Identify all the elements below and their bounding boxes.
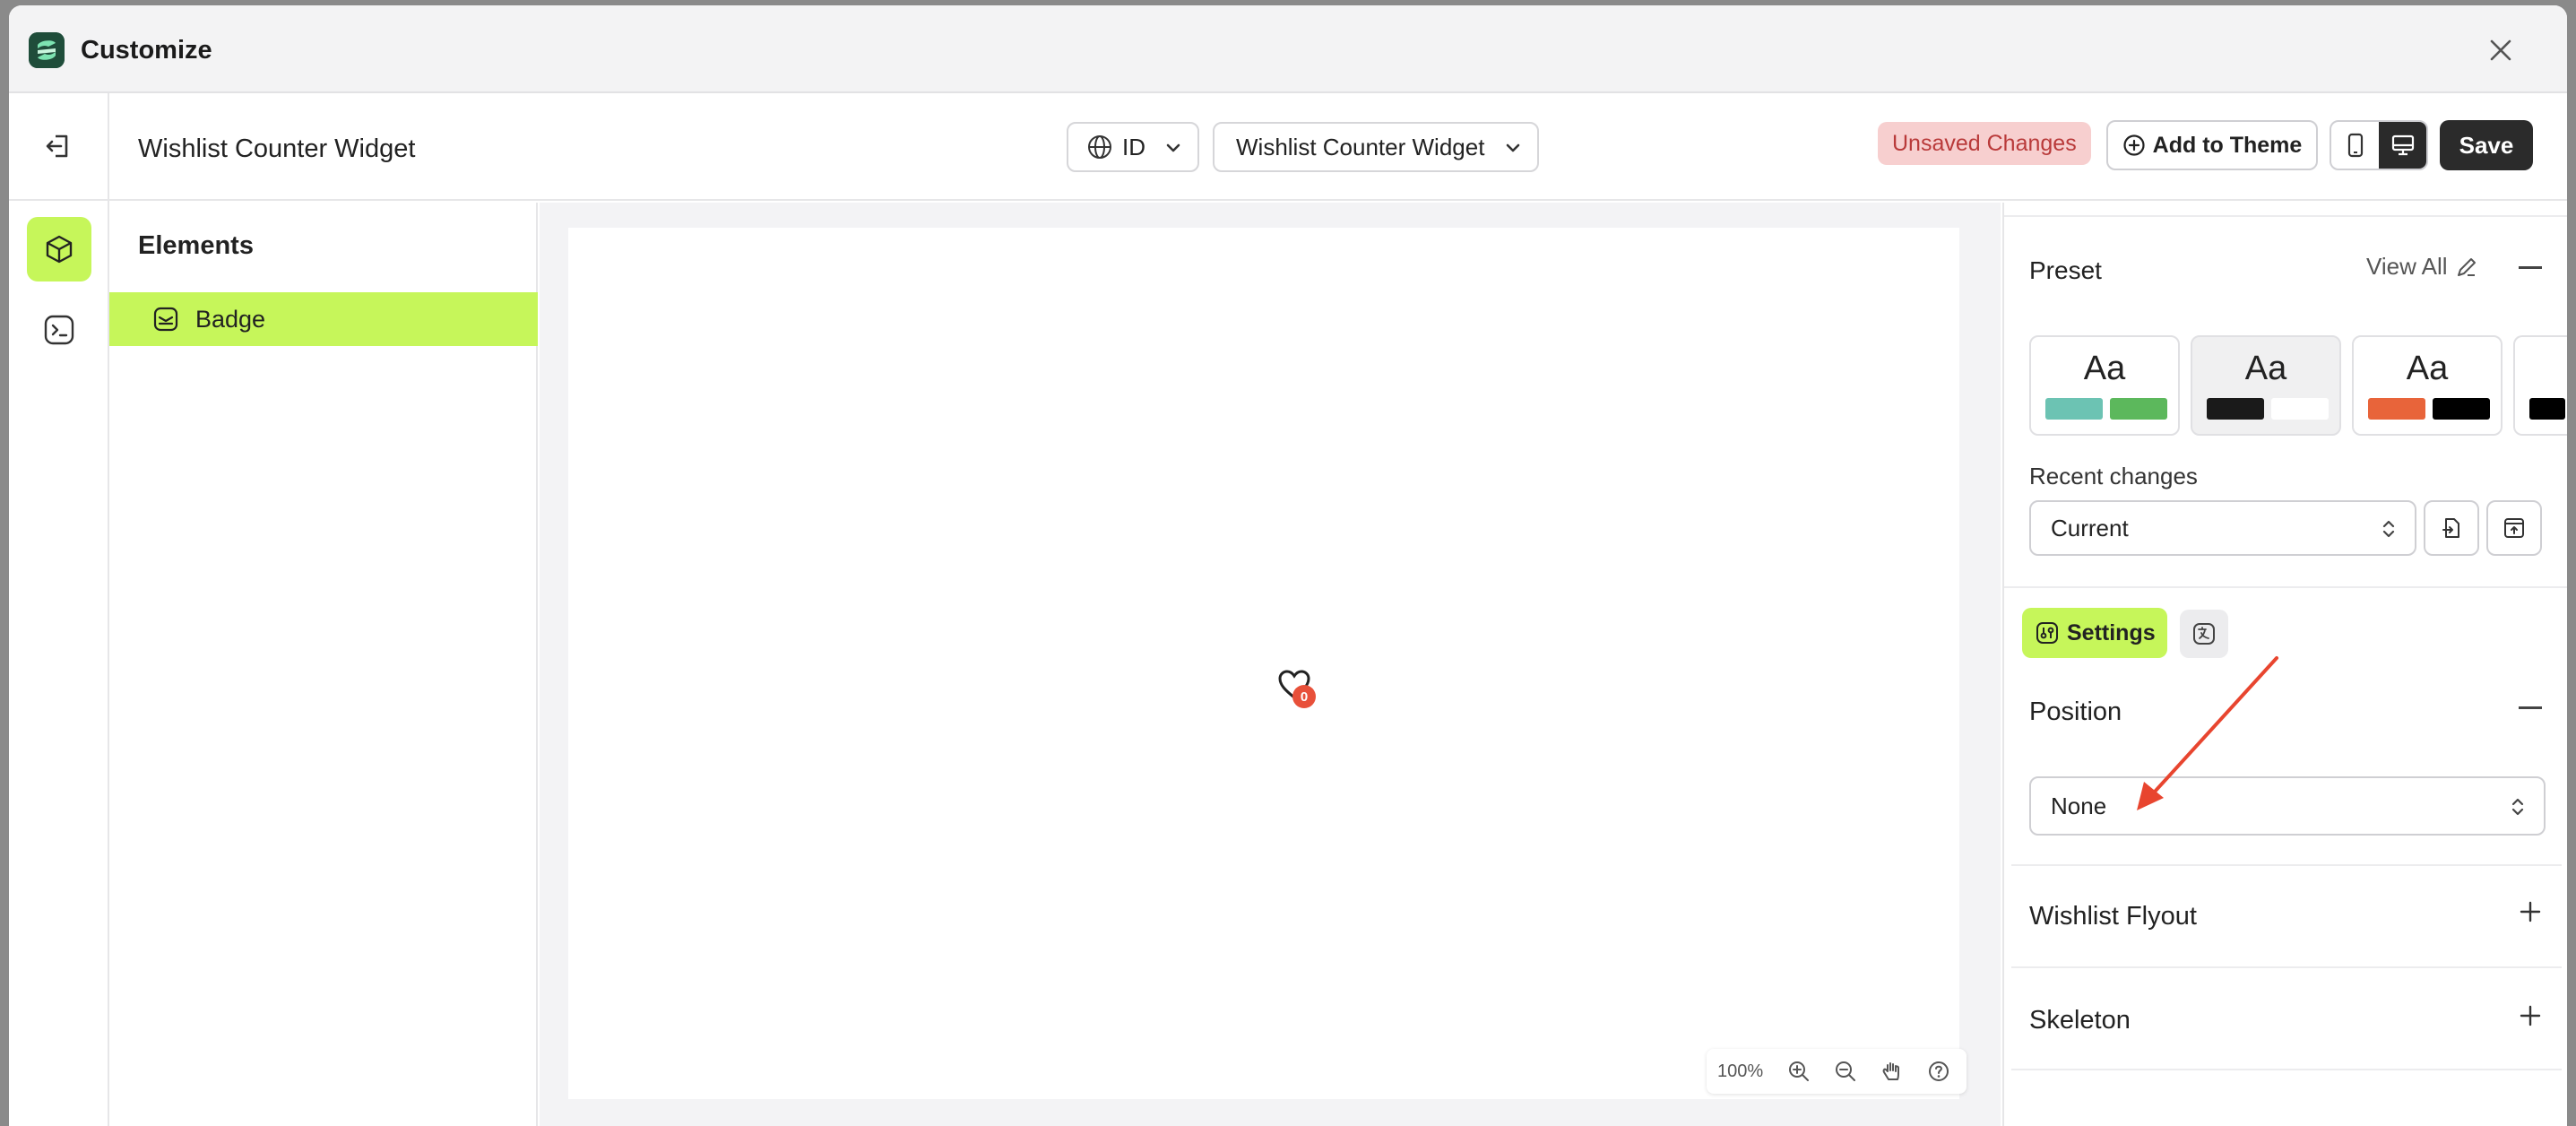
wishlist-counter-widget[interactable]: 0: [1276, 667, 1318, 708]
zoom-out-icon[interactable]: [1830, 1056, 1861, 1087]
help-icon[interactable]: [1923, 1056, 1954, 1087]
badge-icon: [152, 306, 179, 333]
view-all-link[interactable]: View All: [2366, 253, 2478, 281]
edit-icon: [2455, 256, 2478, 279]
upload-icon: [2502, 515, 2527, 541]
preset-swatch: [2271, 398, 2329, 420]
recent-changes-select[interactable]: Current: [2029, 500, 2416, 556]
add-to-theme-button[interactable]: Add to Theme: [2106, 120, 2318, 170]
chevron-down-icon: [1163, 138, 1183, 158]
unsaved-changes-badge: Unsaved Changes: [1878, 122, 2091, 165]
preset-swatch: [2368, 398, 2425, 420]
widget-select-value: Wishlist Counter Widget: [1236, 133, 1485, 160]
elements-panel: Elements Badge: [109, 203, 538, 1126]
plus-circle-icon: [2122, 134, 2146, 157]
updown-chevron-icon: [2379, 516, 2399, 541]
close-icon[interactable]: [2486, 36, 2515, 65]
position-title: Position: [2029, 697, 2122, 726]
language-select[interactable]: ID: [1067, 122, 1199, 172]
settings-tab-label: Settings: [2067, 619, 2156, 645]
window-title: Customize: [81, 36, 212, 65]
position-collapse-icon[interactable]: [2519, 706, 2542, 709]
translate-icon: [2191, 621, 2217, 646]
preset-swatch: [2045, 398, 2103, 420]
preset-swatch: [2110, 398, 2167, 420]
hand-pan-icon[interactable]: [1877, 1056, 1907, 1087]
page-title: Wishlist Counter Widget: [138, 134, 416, 163]
zoom-in-icon[interactable]: [1784, 1056, 1814, 1087]
view-all-label: View All: [2366, 253, 2448, 280]
add-to-theme-label: Add to Theme: [2152, 132, 2303, 158]
preset-collapse-icon[interactable]: [2519, 266, 2542, 269]
recent-changes-value: Current: [2051, 514, 2129, 541]
divider: [2004, 215, 2567, 217]
preset-card-3[interactable]: Aa: [2352, 335, 2503, 436]
wishlist-count-badge: 0: [1292, 685, 1316, 708]
preset-title: Preset: [2029, 256, 2102, 284]
customize-window: Customize Wishlist Counter Widget ID Wis…: [9, 5, 2567, 1126]
chevron-down-icon: [1503, 138, 1523, 158]
recent-changes-label: Recent changes: [2029, 463, 2198, 489]
preset-card-4[interactable]: [2513, 335, 2567, 436]
preset-card-2[interactable]: Aa: [2191, 335, 2341, 436]
accordion-skeleton[interactable]: Skeleton: [2029, 1006, 2131, 1035]
element-item-label: Badge: [195, 305, 266, 333]
globe-icon: [1086, 134, 1113, 160]
settings-sliders-icon: [2035, 620, 2060, 645]
device-toggle: [2330, 120, 2428, 170]
element-item-badge[interactable]: Badge: [109, 292, 538, 346]
mobile-view-icon[interactable]: [2331, 122, 2379, 169]
zoom-level: 100%: [1717, 1061, 1764, 1081]
preset-card-label: Aa: [2083, 350, 2126, 387]
divider: [2011, 864, 2562, 866]
language-value: ID: [1122, 133, 1145, 160]
position-value: None: [2051, 792, 2107, 819]
position-select[interactable]: None: [2029, 776, 2546, 836]
zoom-toolbar: 100%: [1707, 1049, 1967, 1094]
preset-swatch: [2529, 398, 2565, 420]
title-bar: Customize: [9, 5, 2567, 93]
preset-card-1[interactable]: Aa: [2029, 335, 2180, 436]
terminal-icon: [42, 313, 76, 347]
save-button[interactable]: Save: [2440, 120, 2533, 170]
divider: [2011, 966, 2562, 968]
preview-canvas: 0 100%: [568, 228, 1967, 1099]
preset-card-label: Aa: [2244, 350, 2287, 387]
canvas-area: 0 100%: [540, 203, 2001, 1126]
expand-plus-icon[interactable]: [2519, 900, 2542, 923]
cube-icon: [42, 232, 76, 266]
exit-icon[interactable]: [41, 129, 75, 163]
tab-translate[interactable]: [2180, 610, 2228, 658]
settings-panel: Preset View All Aa Aa Aa Recent changes: [2002, 203, 2567, 1126]
widget-select[interactable]: Wishlist Counter Widget: [1213, 122, 1539, 172]
preset-card-label: Aa: [2406, 350, 2449, 387]
editor-header: Wishlist Counter Widget ID Wishlist Coun…: [9, 93, 2567, 201]
code-rail-button[interactable]: [27, 298, 91, 362]
export-button[interactable]: [2486, 500, 2542, 556]
preset-swatch: [2433, 398, 2490, 420]
expand-plus-icon[interactable]: [2519, 1004, 2542, 1027]
preset-swatch: [2207, 398, 2264, 420]
app-logo-icon: [29, 32, 65, 68]
elements-rail-button[interactable]: [27, 217, 91, 282]
updown-chevron-icon: [2508, 794, 2528, 819]
elements-title: Elements: [138, 231, 254, 260]
desktop-view-icon[interactable]: [2379, 122, 2426, 169]
import-button[interactable]: [2424, 500, 2479, 556]
tab-settings[interactable]: Settings: [2022, 608, 2167, 658]
accordion-wishlist-flyout[interactable]: Wishlist Flyout: [2029, 902, 2197, 931]
import-file-icon: [2439, 515, 2464, 541]
divider: [2011, 1069, 2562, 1070]
divider: [2004, 586, 2567, 588]
